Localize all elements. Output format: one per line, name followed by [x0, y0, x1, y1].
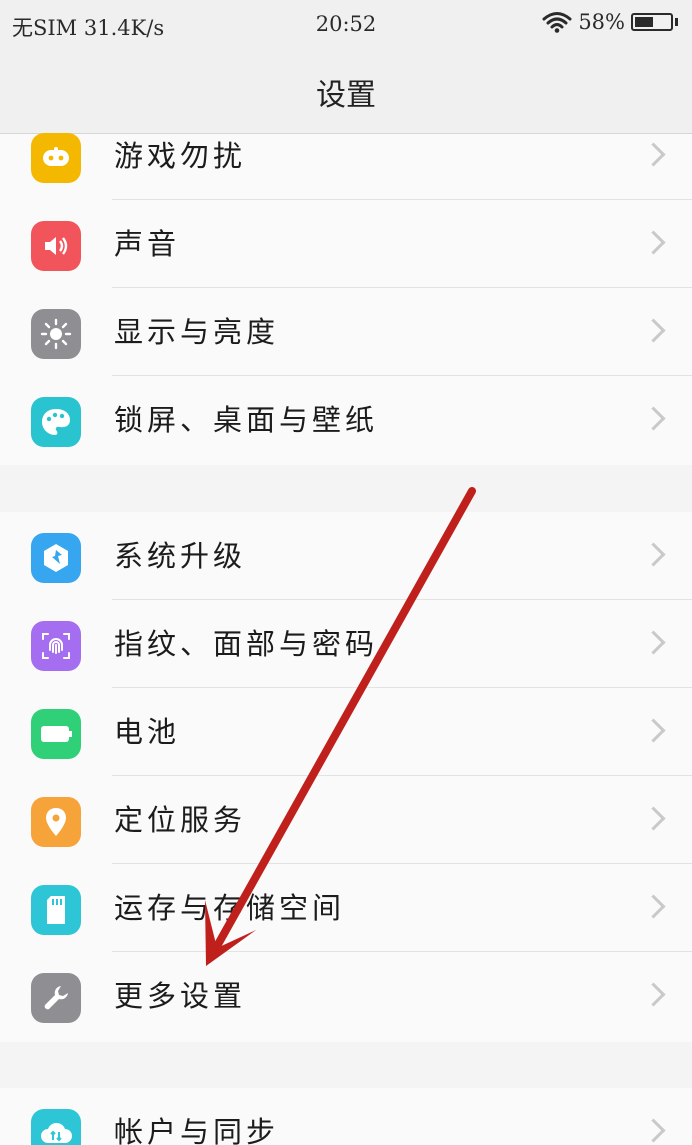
setting-wallpaper[interactable]: 锁屏、桌面与壁纸: [0, 376, 692, 464]
cloud-sync-icon: [31, 1109, 81, 1145]
chevron-right-icon: [641, 982, 666, 1007]
setting-label: 显示与亮度: [114, 315, 280, 349]
battery-tip: [675, 18, 678, 26]
setting-label: 电池: [114, 715, 181, 749]
page-title: 设置: [316, 78, 376, 113]
system-update-icon: [31, 533, 81, 583]
setting-game-dnd[interactable]: 游戏勿扰: [0, 112, 692, 200]
chevron-right-icon: [641, 806, 666, 831]
setting-battery[interactable]: 电池: [0, 688, 692, 776]
setting-account-sync[interactable]: 帐户与同步: [0, 1088, 692, 1145]
brightness-icon: [31, 309, 81, 359]
setting-fingerprint[interactable]: 指纹、面部与密码: [0, 600, 692, 688]
wifi-icon: [542, 12, 572, 33]
chevron-right-icon: [641, 406, 666, 431]
settings-group-2: 系统升级 指纹、面部与密码 电池 定位服务 运存与存储空间 更多设置: [0, 512, 692, 1042]
status-bar: 无SIM 31.4K/s 20:52 58%: [0, 0, 692, 50]
battery-icon: [31, 709, 81, 759]
setting-label: 运存与存储空间: [114, 891, 346, 925]
settings-group-3: 帐户与同步: [0, 1088, 692, 1145]
wrench-icon: [31, 973, 81, 1023]
speaker-icon: [31, 221, 81, 271]
status-right: 58%: [542, 10, 678, 34]
battery-indicator: [631, 13, 673, 31]
setting-system-update[interactable]: 系统升级: [0, 512, 692, 600]
settings-group-1: 游戏勿扰 声音 显示与亮度 锁屏、桌面与壁纸: [0, 133, 692, 465]
setting-label: 定位服务: [114, 803, 247, 837]
battery-fill: [635, 17, 654, 27]
chevron-right-icon: [641, 318, 666, 343]
battery-percent: 58%: [578, 10, 625, 34]
chevron-right-icon: [641, 142, 666, 167]
setting-location[interactable]: 定位服务: [0, 776, 692, 864]
chevron-right-icon: [641, 894, 666, 919]
sd-card-icon: [31, 885, 81, 935]
chevron-right-icon: [641, 630, 666, 655]
setting-label: 锁屏、桌面与壁纸: [114, 403, 379, 437]
gamepad-icon: [31, 133, 81, 183]
setting-label: 帐户与同步: [114, 1115, 280, 1145]
setting-label: 游戏勿扰: [114, 139, 247, 173]
setting-label: 系统升级: [114, 539, 247, 573]
setting-storage[interactable]: 运存与存储空间: [0, 864, 692, 952]
setting-more[interactable]: 更多设置: [0, 952, 692, 1040]
setting-display[interactable]: 显示与亮度: [0, 288, 692, 376]
palette-icon: [31, 397, 81, 447]
chevron-right-icon: [641, 230, 666, 255]
setting-label: 指纹、面部与密码: [114, 627, 379, 661]
chevron-right-icon: [641, 1118, 666, 1143]
setting-sound[interactable]: 声音: [0, 200, 692, 288]
chevron-right-icon: [641, 542, 666, 567]
location-pin-icon: [31, 797, 81, 847]
fingerprint-icon: [31, 621, 81, 671]
setting-label: 声音: [114, 227, 181, 261]
setting-label: 更多设置: [114, 979, 247, 1013]
chevron-right-icon: [641, 718, 666, 743]
